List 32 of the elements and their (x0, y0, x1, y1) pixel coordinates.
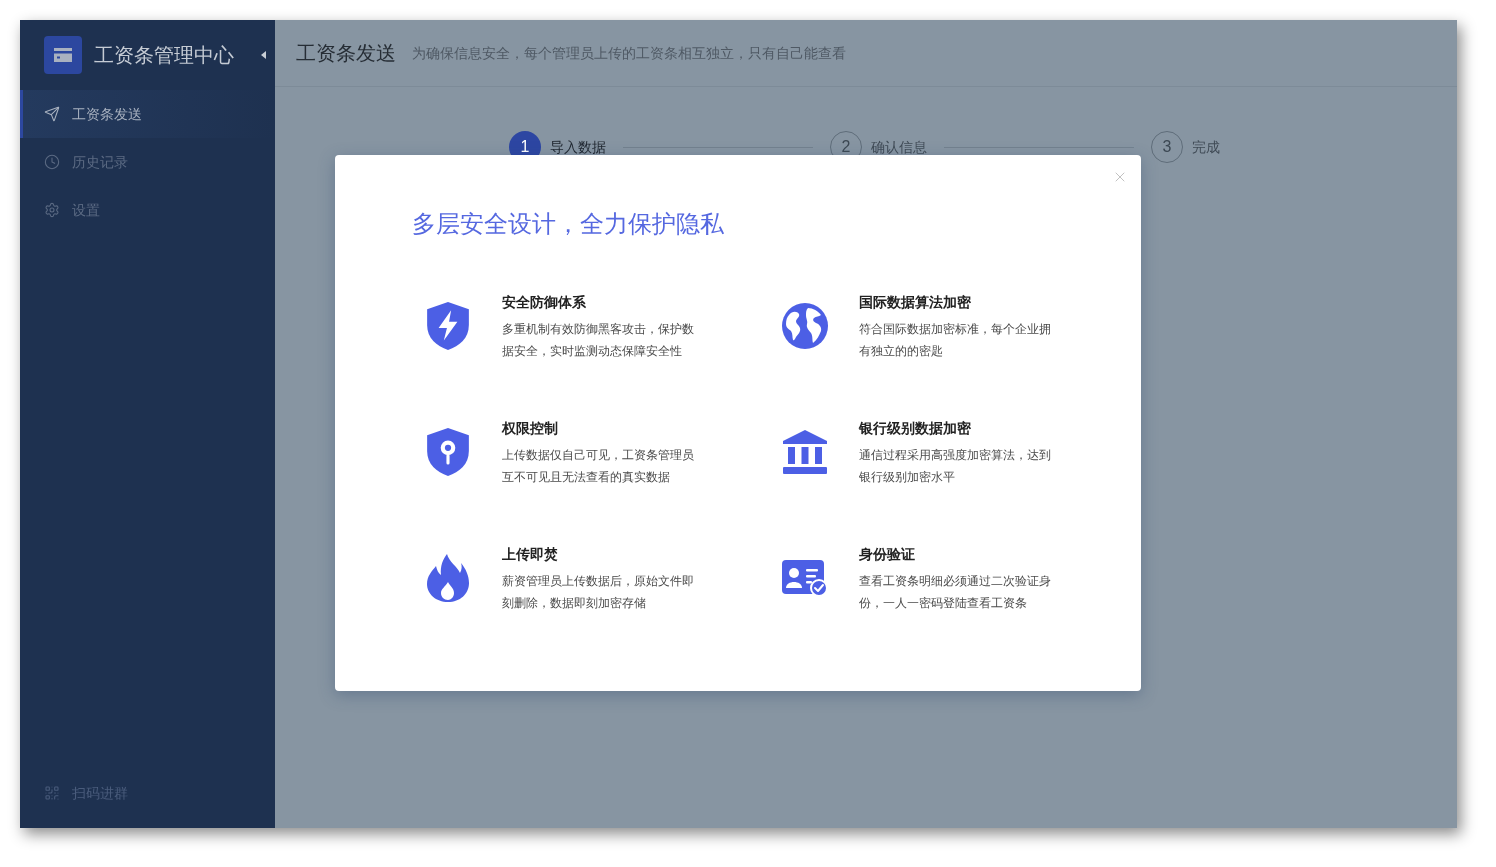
step-label: 完成 (1192, 137, 1220, 157)
feature-title: 国际数据算法加密 (859, 293, 971, 312)
card-logo-icon (44, 36, 82, 74)
feature-title: 安全防御体系 (502, 293, 586, 312)
step-label: 导入数据 (550, 137, 606, 157)
dialog-title: 多层安全设计，全力保护隐私 (412, 209, 724, 239)
settings-icon (44, 202, 60, 218)
clock-icon (44, 154, 60, 170)
feature-description: 多重机制有效防御黑客攻击，保护数据安全，实时监测动态保障安全性 (502, 321, 695, 360)
bank-icon (783, 430, 827, 474)
app-title: 工资条管理中心 (94, 43, 234, 68)
collapse-caret-icon[interactable] (261, 51, 266, 59)
nav-item[interactable]: 设置 (20, 186, 275, 234)
page-title: 工资条发送 (296, 41, 396, 66)
feature-description: 薪资管理员上传数据后，原始文件即刻删除，数据即刻加密存储 (502, 573, 695, 612)
shield-lightning-icon (427, 302, 469, 350)
qr-code-icon (44, 785, 60, 801)
feature-title: 身份验证 (859, 545, 915, 564)
nav-item[interactable]: 历史记录 (20, 138, 275, 186)
feature-title: 权限控制 (502, 419, 558, 438)
feature-title: 银行级别数据加密 (859, 419, 971, 438)
feature-description: 符合国际数据加密标准，每个企业拥有独立的的密匙 (859, 321, 1052, 360)
id-card-check-icon (782, 559, 828, 597)
feature-description: 通信过程采用高强度加密算法，达到银行级别加密水平 (859, 447, 1052, 486)
paper-plane-icon (44, 106, 60, 122)
globe-icon (782, 303, 828, 349)
step-label: 确认信息 (871, 137, 927, 157)
feature-description: 上传数据仅自己可见，工资条管理员互不可见且无法查看的真实数据 (502, 447, 695, 486)
shield-keyhole-icon (427, 428, 469, 476)
feature-title: 上传即焚 (502, 545, 558, 564)
flame-icon (427, 554, 469, 602)
feature-description: 查看工资条明细必须通过二次验证身份，一人一密码登陆查看工资条 (859, 573, 1052, 612)
